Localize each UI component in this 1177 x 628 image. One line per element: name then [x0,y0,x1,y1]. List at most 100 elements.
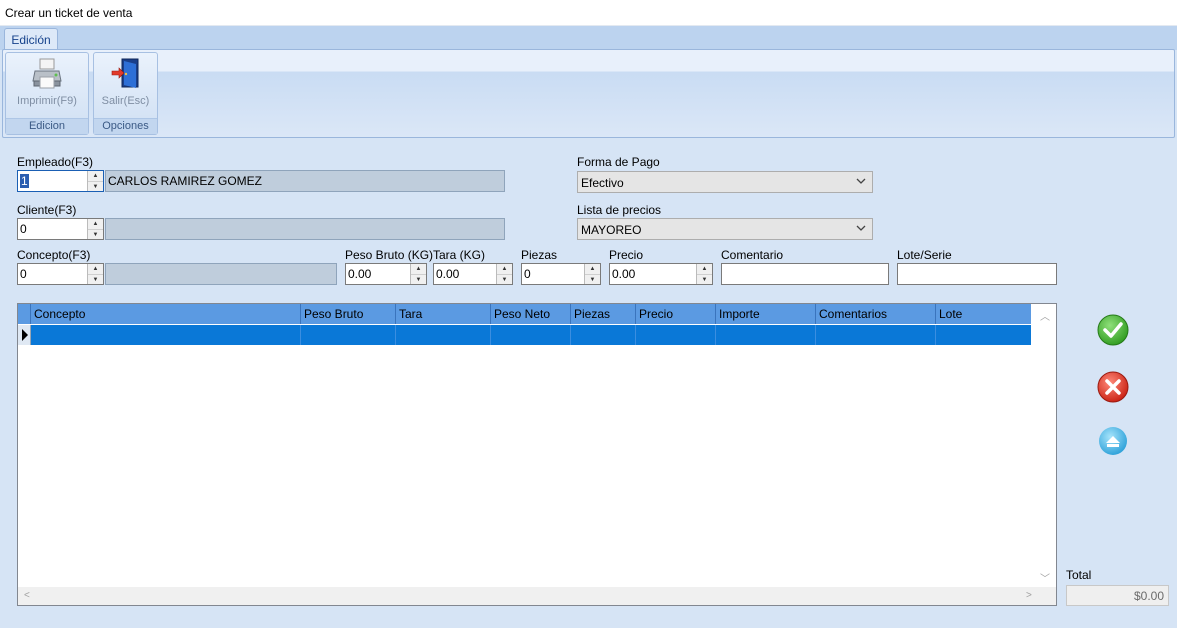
peso-bruto-label: Peso Bruto (KG) [345,248,434,262]
table-row[interactable] [18,325,1031,345]
lista-precios-value: MAYOREO [581,223,642,237]
spin-up-icon[interactable]: ▲ [411,264,426,274]
window-title: Crear un ticket de venta [5,6,133,20]
upload-icon [1099,427,1127,455]
lista-precios-select[interactable]: MAYOREO [577,218,873,240]
empleado-spinner-arrows[interactable]: ▲ ▼ [87,171,103,191]
cell-importe[interactable] [716,325,816,345]
row-header[interactable] [18,325,31,345]
horizontal-scrollbar[interactable]: < > [18,587,1056,605]
precio-spinner[interactable]: 0.00 ▲ ▼ [609,263,713,285]
cliente-label: Cliente(F3) [17,203,77,217]
spin-down-icon[interactable]: ▼ [88,181,103,191]
peso-bruto-spinner-arrows[interactable]: ▲ ▼ [410,264,426,284]
col-header-lote[interactable]: Lote [936,304,1031,324]
ribbon: Imprimir(F9) Edicion Salir(Esc) Opciones [2,49,1175,138]
piezas-spinner-arrows[interactable]: ▲ ▼ [584,264,600,284]
forma-pago-select[interactable]: Efectivo [577,171,873,193]
ribbon-tabstrip: Edición [0,26,1177,51]
empleado-value: 1 [20,174,29,188]
spin-up-icon[interactable]: ▲ [88,264,103,274]
group-label-edicion: Edicion [6,118,88,134]
cell-peso-bruto[interactable] [301,325,396,345]
cell-precio[interactable] [636,325,716,345]
tab-edicion[interactable]: Edición [4,28,58,51]
ribbon-group-opciones: Salir(Esc) Opciones [93,52,158,135]
piezas-spinner[interactable]: 0 ▲ ▼ [521,263,601,285]
precio-label: Precio [609,248,644,262]
piezas-value: 0 [524,267,531,281]
spin-down-icon[interactable]: ▼ [88,274,103,284]
vertical-scrollbar[interactable]: ︿ ﹀ [1032,304,1056,587]
spin-down-icon[interactable]: ▼ [697,274,712,284]
lista-precios-label: Lista de precios [577,203,662,217]
empleado-label: Empleado(F3) [17,155,94,169]
lote-input[interactable] [897,263,1057,285]
piezas-label: Piezas [521,248,558,262]
tara-spinner-arrows[interactable]: ▲ ▼ [496,264,512,284]
concepto-spinner-arrows[interactable]: ▲ ▼ [87,264,103,284]
cell-tara[interactable] [396,325,491,345]
concepto-label: Concepto(F3) [17,248,91,262]
peso-bruto-spinner[interactable]: 0.00 ▲ ▼ [345,263,427,285]
scroll-left-icon[interactable]: < [24,590,30,601]
col-header-importe[interactable]: Importe [716,304,816,324]
accept-button[interactable] [1096,313,1130,347]
cliente-spinner-arrows[interactable]: ▲ ▼ [87,219,103,239]
printer-icon [32,58,62,89]
spin-up-icon[interactable]: ▲ [585,264,600,274]
cancel-icon [1097,371,1129,403]
cell-peso-neto[interactable] [491,325,571,345]
cliente-spinner[interactable]: 0 ▲ ▼ [17,218,104,240]
cancel-button[interactable] [1096,370,1130,404]
spin-down-icon[interactable]: ▼ [411,274,426,284]
spin-up-icon[interactable]: ▲ [697,264,712,274]
items-grid[interactable]: Concepto Peso Bruto Tara Peso Neto Pieza… [17,303,1057,606]
empleado-name-field: CARLOS RAMIREZ GOMEZ [105,170,505,192]
col-header-peso-bruto[interactable]: Peso Bruto [301,304,396,324]
group-label-opciones: Opciones [94,118,157,134]
precio-value: 0.00 [612,267,636,281]
forma-pago-value: Efectivo [581,176,624,190]
comentario-input[interactable] [721,263,889,285]
col-header-piezas[interactable]: Piezas [571,304,636,324]
cliente-value: 0 [20,222,27,236]
cell-piezas[interactable] [571,325,636,345]
cliente-name-field [105,218,505,240]
spin-down-icon[interactable]: ▼ [88,229,103,239]
concepto-value: 0 [20,267,27,281]
comentario-label: Comentario [721,248,784,262]
tara-value: 0.00 [436,267,460,281]
ribbon-group-edicion: Imprimir(F9) Edicion [5,52,89,135]
cell-concepto[interactable] [31,325,301,345]
exit-button[interactable]: Salir(Esc) [94,53,157,119]
total-label: Total [1066,568,1092,582]
spin-down-icon[interactable]: ▼ [585,274,600,284]
grid-corner [18,304,31,324]
spin-down-icon[interactable]: ▼ [497,274,512,284]
print-button[interactable]: Imprimir(F9) [6,53,88,119]
tara-label: Tara (KG) [433,248,486,262]
spin-up-icon[interactable]: ▲ [497,264,512,274]
exit-door-icon [111,58,138,88]
cell-comentarios[interactable] [816,325,936,345]
col-header-concepto[interactable]: Concepto [31,304,301,324]
concepto-spinner[interactable]: 0 ▲ ▼ [17,263,104,285]
title-bar: Crear un ticket de venta [0,0,1177,26]
col-header-precio[interactable]: Precio [636,304,716,324]
concepto-name-field [105,263,337,285]
cell-lote[interactable] [936,325,1031,345]
scroll-down-icon[interactable]: ﹀ [1040,570,1050,585]
upload-button[interactable] [1096,424,1130,458]
col-header-comentarios[interactable]: Comentarios [816,304,936,324]
empleado-spinner[interactable]: 1 ▲ ▼ [17,170,104,192]
scroll-up-icon[interactable]: ︿ [1040,308,1050,323]
col-header-peso-neto[interactable]: Peso Neto [491,304,571,324]
col-header-tara[interactable]: Tara [396,304,491,324]
scroll-right-icon[interactable]: > [1026,590,1032,601]
lote-label: Lote/Serie [897,248,952,262]
tara-spinner[interactable]: 0.00 ▲ ▼ [433,263,513,285]
spin-up-icon[interactable]: ▲ [88,171,103,181]
precio-spinner-arrows[interactable]: ▲ ▼ [696,264,712,284]
spin-up-icon[interactable]: ▲ [88,219,103,229]
